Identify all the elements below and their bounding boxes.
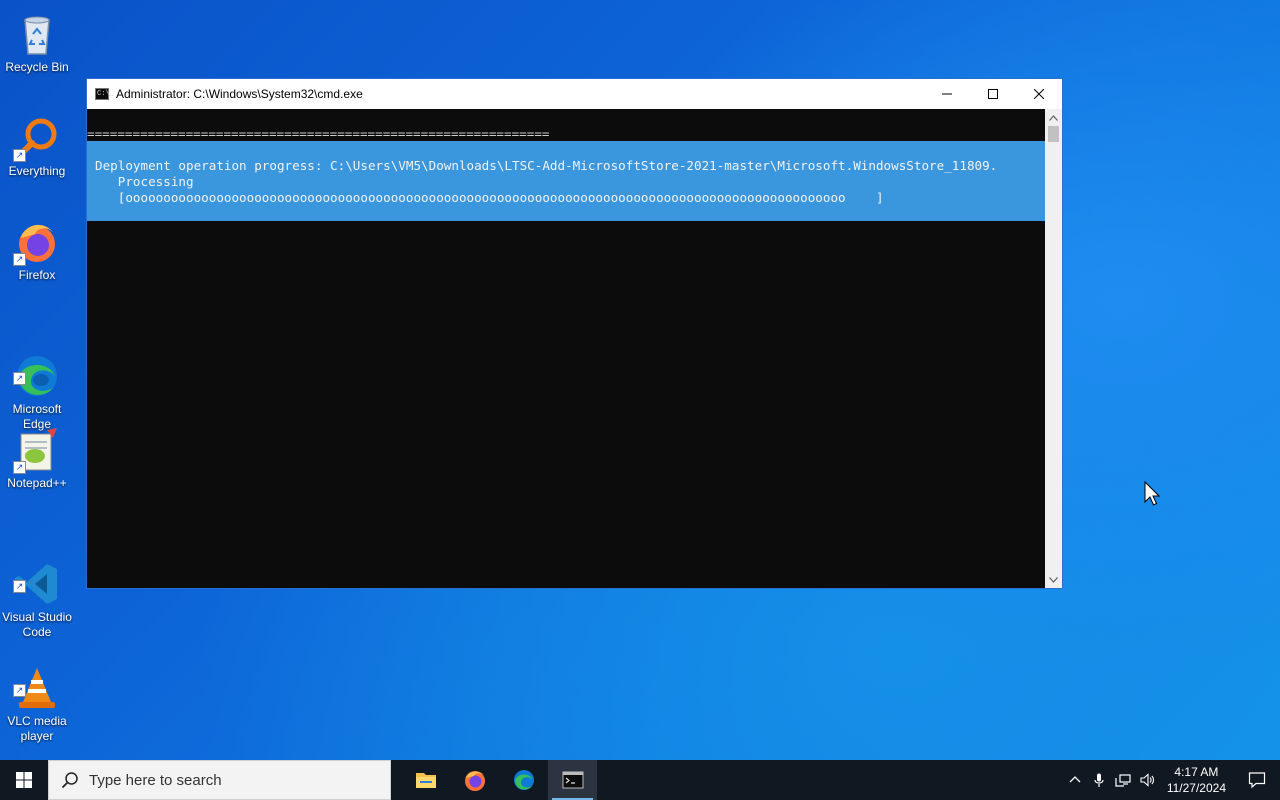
progress-bar-line: [ooooooooooooooooooooooooooooooooooooooo… xyxy=(95,190,884,205)
minimize-icon xyxy=(942,93,952,95)
taskbar-file-explorer[interactable] xyxy=(401,760,450,800)
progress-line: Deployment operation progress: C:\Users\… xyxy=(95,158,998,173)
windows-logo-icon xyxy=(16,772,32,788)
window-titlebar[interactable]: C:\_ Administrator: C:\Windows\System32\… xyxy=(87,79,1062,109)
cmd-app-icon: C:\_ xyxy=(95,88,114,100)
shortcut-arrow-icon: ↗ xyxy=(13,372,26,385)
vlc-icon: ↗ xyxy=(13,649,61,708)
desktop-icon-label: Recycle Bin xyxy=(5,60,69,74)
desktop-icon-everything[interactable]: ↗ Everything xyxy=(0,108,74,179)
desktop-icon-label: Firefox xyxy=(18,268,56,282)
volume-button[interactable] xyxy=(1135,760,1159,800)
close-icon xyxy=(1034,89,1044,99)
console-output[interactable]: ========================================… xyxy=(87,109,1047,588)
desktop-icon-recycle-bin[interactable]: Recycle Bin xyxy=(0,4,74,75)
edge-icon: ↗ xyxy=(13,337,61,396)
microphone-button[interactable] xyxy=(1087,760,1111,800)
network-icon xyxy=(1115,774,1131,787)
clock-date: 11/27/2024 xyxy=(1166,781,1226,795)
chevron-down-icon xyxy=(1049,576,1058,583)
mouse-cursor-icon xyxy=(1144,481,1160,506)
minimize-button[interactable] xyxy=(924,79,970,109)
close-button[interactable] xyxy=(1016,79,1062,109)
desktop-icon-label: Notepad++ xyxy=(7,476,67,490)
taskbar-clock[interactable]: 4:17 AM 11/27/2024 xyxy=(1159,764,1234,796)
progress-block: Deployment operation progress: C:\Users\… xyxy=(87,141,1047,221)
edge-icon xyxy=(513,770,534,790)
desktop-icon-notepadplusplus[interactable]: ↗ Notepad++ xyxy=(0,420,74,491)
shortcut-arrow-icon: ↗ xyxy=(13,461,26,474)
everything-search-icon: ↗ xyxy=(13,114,61,162)
taskbar-cmd[interactable] xyxy=(548,760,597,800)
cmd-window[interactable]: C:\_ Administrator: C:\Windows\System32\… xyxy=(86,78,1063,589)
desktop-icon-firefox[interactable]: ↗ Firefox xyxy=(0,212,74,283)
search-placeholder: Type here to search xyxy=(89,771,222,789)
show-hidden-icons-button[interactable] xyxy=(1063,760,1087,800)
firefox-icon: ↗ xyxy=(13,218,61,266)
notification-icon xyxy=(1248,772,1266,789)
recycle-bin-icon xyxy=(13,10,61,58)
shortcut-arrow-icon: ↗ xyxy=(13,684,26,697)
console-separator: ========================================… xyxy=(87,126,550,141)
cmd-icon xyxy=(562,771,583,789)
shortcut-arrow-icon: ↗ xyxy=(13,253,26,266)
scroll-down-button[interactable] xyxy=(1045,571,1062,588)
scroll-up-button[interactable] xyxy=(1045,109,1062,126)
notepadplusplus-icon: ↗ xyxy=(13,426,61,474)
desktop-icon-vlc[interactable]: ↗ VLC media player xyxy=(0,628,74,759)
shortcut-arrow-icon: ↗ xyxy=(13,580,26,593)
chevron-up-icon xyxy=(1049,114,1058,121)
clock-time: 4:17 AM xyxy=(1174,765,1219,779)
desktop-icon-label: Everything xyxy=(8,164,66,178)
maximize-icon xyxy=(988,89,998,99)
chevron-up-icon xyxy=(1069,776,1081,783)
scroll-thumb[interactable] xyxy=(1048,126,1059,142)
start-button[interactable] xyxy=(0,760,48,800)
firefox-icon xyxy=(464,771,485,791)
status-line: Processing xyxy=(95,174,194,189)
search-icon xyxy=(61,772,78,789)
network-button[interactable] xyxy=(1111,760,1135,800)
action-center-button[interactable] xyxy=(1234,760,1280,800)
maximize-button[interactable] xyxy=(970,79,1016,109)
file-explorer-icon xyxy=(415,773,436,788)
microphone-icon xyxy=(1094,773,1104,787)
vscode-icon: ↗ xyxy=(13,545,61,604)
taskbar-edge[interactable] xyxy=(499,760,548,800)
shortcut-arrow-icon: ↗ xyxy=(13,149,26,162)
system-tray: 4:17 AM 11/27/2024 xyxy=(1063,760,1280,800)
taskbar-firefox[interactable] xyxy=(450,760,499,800)
taskbar-search-box[interactable]: Type here to search xyxy=(48,760,391,800)
taskbar: Type here to search 4:17 AM 11/27/2024 xyxy=(0,760,1280,800)
vertical-scrollbar[interactable] xyxy=(1045,109,1062,588)
speaker-icon xyxy=(1140,773,1154,787)
window-title: Administrator: C:\Windows\System32\cmd.e… xyxy=(116,87,363,101)
